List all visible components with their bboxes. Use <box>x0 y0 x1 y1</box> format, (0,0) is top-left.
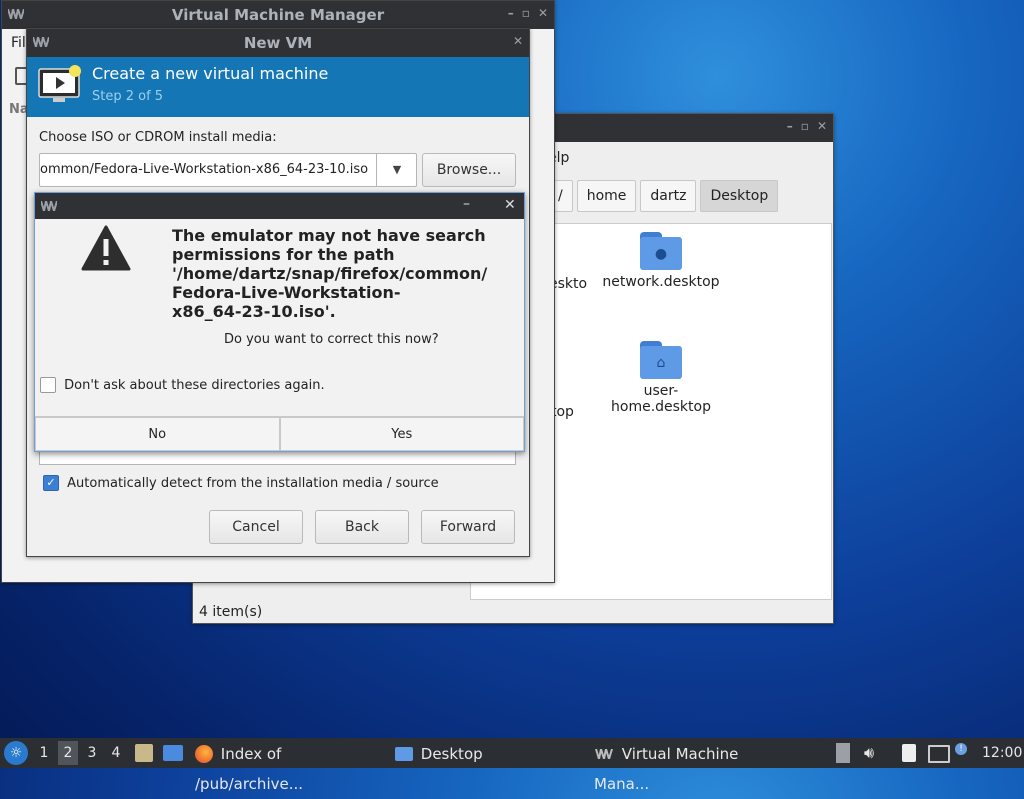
status-bar: 4 item(s) <box>199 604 263 620</box>
yes-button[interactable]: Yes <box>279 417 524 451</box>
cancel-button[interactable]: Cancel <box>209 510 303 544</box>
dont-ask-label: Don't ask about these directories again. <box>64 377 325 393</box>
wizard-title: Create a new virtual machine <box>92 64 329 83</box>
maximize-icon[interactable]: ▫ <box>522 6 530 20</box>
folder-icon: ⌂ <box>640 341 682 379</box>
breadcrumb-desktop[interactable]: Desktop <box>700 180 779 212</box>
info-icon[interactable]: ! <box>955 743 967 755</box>
task-label: Virtual Machine Mana... <box>594 744 739 794</box>
firefox-icon <box>195 744 213 763</box>
task-firefox[interactable]: Index of /pub/archive... <box>195 738 381 793</box>
home-icon: ⌂ <box>656 355 666 371</box>
dialog-button-row: No Yes <box>35 416 524 451</box>
file-item-user-home[interactable]: ⌂ user- home.desktop <box>602 341 720 415</box>
task-vmm[interactable]: Virtual Machine Mana... <box>594 738 794 794</box>
new-vm-monitor-icon <box>38 65 81 102</box>
folder-icon: ● <box>640 232 682 270</box>
message-line: Fedora-Live-Workstation- <box>172 283 401 302</box>
new-vm-titlebar[interactable]: New VM ✕ <box>27 29 529 57</box>
breadcrumb: / home dartz Desktop <box>548 180 779 212</box>
message-line: x86_64-23-10.iso'. <box>172 302 336 321</box>
iso-path-combo[interactable]: ommon/Fedora-Live-Workstation-x86_64-23-… <box>39 153 417 187</box>
task-desktop[interactable]: Desktop <box>395 738 515 768</box>
vmm-logo-icon <box>41 201 57 211</box>
auto-detect-checkbox[interactable]: ✓ <box>43 475 59 491</box>
start-menu-icon[interactable]: ☼ <box>4 741 28 765</box>
window-title: New VM <box>243 34 313 52</box>
message-line: permissions for the path <box>172 245 395 264</box>
folder-icon <box>395 746 413 761</box>
vm-icon <box>595 748 613 762</box>
show-desktop-icon[interactable] <box>163 745 183 761</box>
forward-button[interactable]: Forward <box>421 510 515 544</box>
workspace-1[interactable]: 1 <box>34 741 54 765</box>
dont-ask-checkbox[interactable] <box>40 377 56 393</box>
message-line: The emulator may not have search <box>172 226 486 245</box>
volume-icon[interactable]: 🔊︎ <box>864 738 874 768</box>
file-item-network[interactable]: ● network.desktop <box>602 232 720 290</box>
vmm-logo-icon <box>8 9 24 19</box>
warning-icon <box>81 225 131 271</box>
dialog-message: The emulator may not have search permiss… <box>172 226 512 321</box>
globe-icon: ● <box>654 246 668 262</box>
close-icon[interactable]: ✕ <box>513 34 523 48</box>
dialog-question: Do you want to correct this now? <box>224 332 439 347</box>
file-label: home.desktop <box>611 399 711 415</box>
wizard-step: Step 2 of 5 <box>92 89 164 104</box>
wizard-header: Create a new virtual machine Step 2 of 5 <box>27 57 529 117</box>
no-button[interactable]: No <box>35 417 280 451</box>
file-manager-launcher-icon[interactable] <box>135 744 153 762</box>
clock[interactable]: 12:00 <box>982 738 1022 768</box>
breadcrumb-home[interactable]: home <box>576 180 637 212</box>
display-icon[interactable] <box>928 745 950 763</box>
window-controls: – ▫ ✕ <box>787 119 827 133</box>
permission-dialog: – ✕ The emulator may not have search per… <box>34 192 525 452</box>
close-icon[interactable]: ✕ <box>817 119 827 133</box>
workspace-4[interactable]: 4 <box>106 741 126 765</box>
close-icon[interactable]: ✕ <box>504 197 516 213</box>
media-label: Choose ISO or CDROM install media: <box>39 130 277 145</box>
clipboard-icon[interactable] <box>902 744 916 762</box>
close-icon[interactable]: ✕ <box>538 6 548 20</box>
chevron-down-icon[interactable]: ▼ <box>376 154 417 186</box>
dont-ask-row[interactable]: Don't ask about these directories again. <box>40 377 325 393</box>
task-label: Desktop <box>420 744 483 763</box>
maximize-icon[interactable]: ▫ <box>801 119 809 133</box>
iso-path-input[interactable]: ommon/Fedora-Live-Workstation-x86_64-23-… <box>40 162 376 177</box>
vmm-logo-icon <box>33 37 49 47</box>
breadcrumb-dartz[interactable]: dartz <box>640 180 697 212</box>
workspace-2[interactable]: 2 <box>58 741 78 765</box>
file-label: user- <box>643 383 679 399</box>
window-controls: – ▫ ✕ <box>508 6 548 20</box>
minimize-icon[interactable]: – <box>508 6 514 20</box>
auto-detect-row[interactable]: ✓ Automatically detect from the installa… <box>43 475 439 491</box>
window-controls: ✕ <box>513 34 523 48</box>
file-menu[interactable]: Fil <box>11 35 26 51</box>
file-label: network.desktop <box>602 274 720 290</box>
vmm-titlebar[interactable]: Virtual Machine Manager – ▫ ✕ <box>2 1 554 29</box>
workspace-3[interactable]: 3 <box>82 741 102 765</box>
browse-button[interactable]: Browse... <box>422 153 516 187</box>
back-button[interactable]: Back <box>315 510 409 544</box>
minimize-icon[interactable]: – <box>463 196 470 212</box>
window-title: Virtual Machine Manager <box>171 6 385 24</box>
minimize-icon[interactable]: – <box>787 119 793 133</box>
taskbar: ☼ 1 2 3 4 Index of /pub/archive... Deskt… <box>0 738 1024 794</box>
scroll-indicator-icon[interactable] <box>836 743 850 763</box>
dialog-titlebar[interactable]: – ✕ <box>35 193 524 219</box>
message-line: '/home/dartz/snap/firefox/common/ <box>172 264 488 283</box>
auto-detect-label: Automatically detect from the installati… <box>67 475 439 491</box>
